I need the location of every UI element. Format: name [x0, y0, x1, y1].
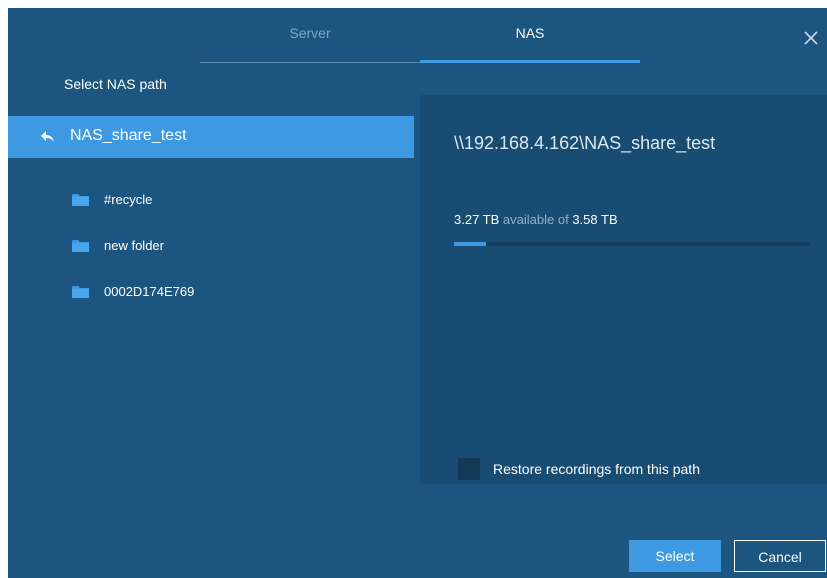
capacity-progress-fill [454, 242, 487, 246]
tab-nas[interactable]: NAS [420, 8, 640, 63]
detail-panel: \\192.168.4.162\NAS_share_test 3.27 TB a… [420, 95, 827, 484]
list-item[interactable]: new folder [72, 234, 372, 258]
restore-label: Restore recordings from this path [493, 461, 700, 477]
close-icon[interactable] [803, 30, 819, 46]
tab-bar: Server NAS [200, 8, 640, 64]
restore-checkbox[interactable] [458, 458, 480, 480]
current-path-item[interactable]: NAS_share_test [8, 116, 414, 158]
folder-name: new folder [104, 238, 164, 253]
capacity-separator: available of [502, 212, 569, 227]
folder-name: #recycle [104, 192, 153, 207]
capacity-total: 3.58 TB [572, 212, 618, 227]
folder-icon [72, 285, 89, 299]
nas-path-text: \\192.168.4.162\NAS_share_test [454, 133, 716, 153]
current-path-label: NAS_share_test [70, 127, 187, 144]
capacity-available: 3.27 TB [454, 212, 500, 227]
folder-name: 0002D174E769 [104, 284, 195, 299]
folder-icon [72, 193, 89, 207]
list-item[interactable]: 0002D174E769 [72, 280, 372, 304]
cancel-button[interactable]: Cancel [734, 540, 826, 572]
capacity-progress-bar [454, 242, 810, 246]
restore-option[interactable]: Restore recordings from this path [458, 458, 788, 482]
list-item[interactable]: #recycle [72, 188, 372, 212]
tab-server[interactable]: Server [200, 8, 420, 63]
select-button[interactable]: Select [629, 540, 721, 572]
back-arrow-icon[interactable] [40, 130, 56, 144]
folder-icon [72, 239, 89, 253]
capacity-text: 3.27 TB available of 3.58 TB [454, 212, 618, 227]
nas-path-dialog: Server NAS Select NAS path NAS_share_tes… [8, 8, 827, 578]
section-title: Select NAS path [64, 76, 167, 92]
